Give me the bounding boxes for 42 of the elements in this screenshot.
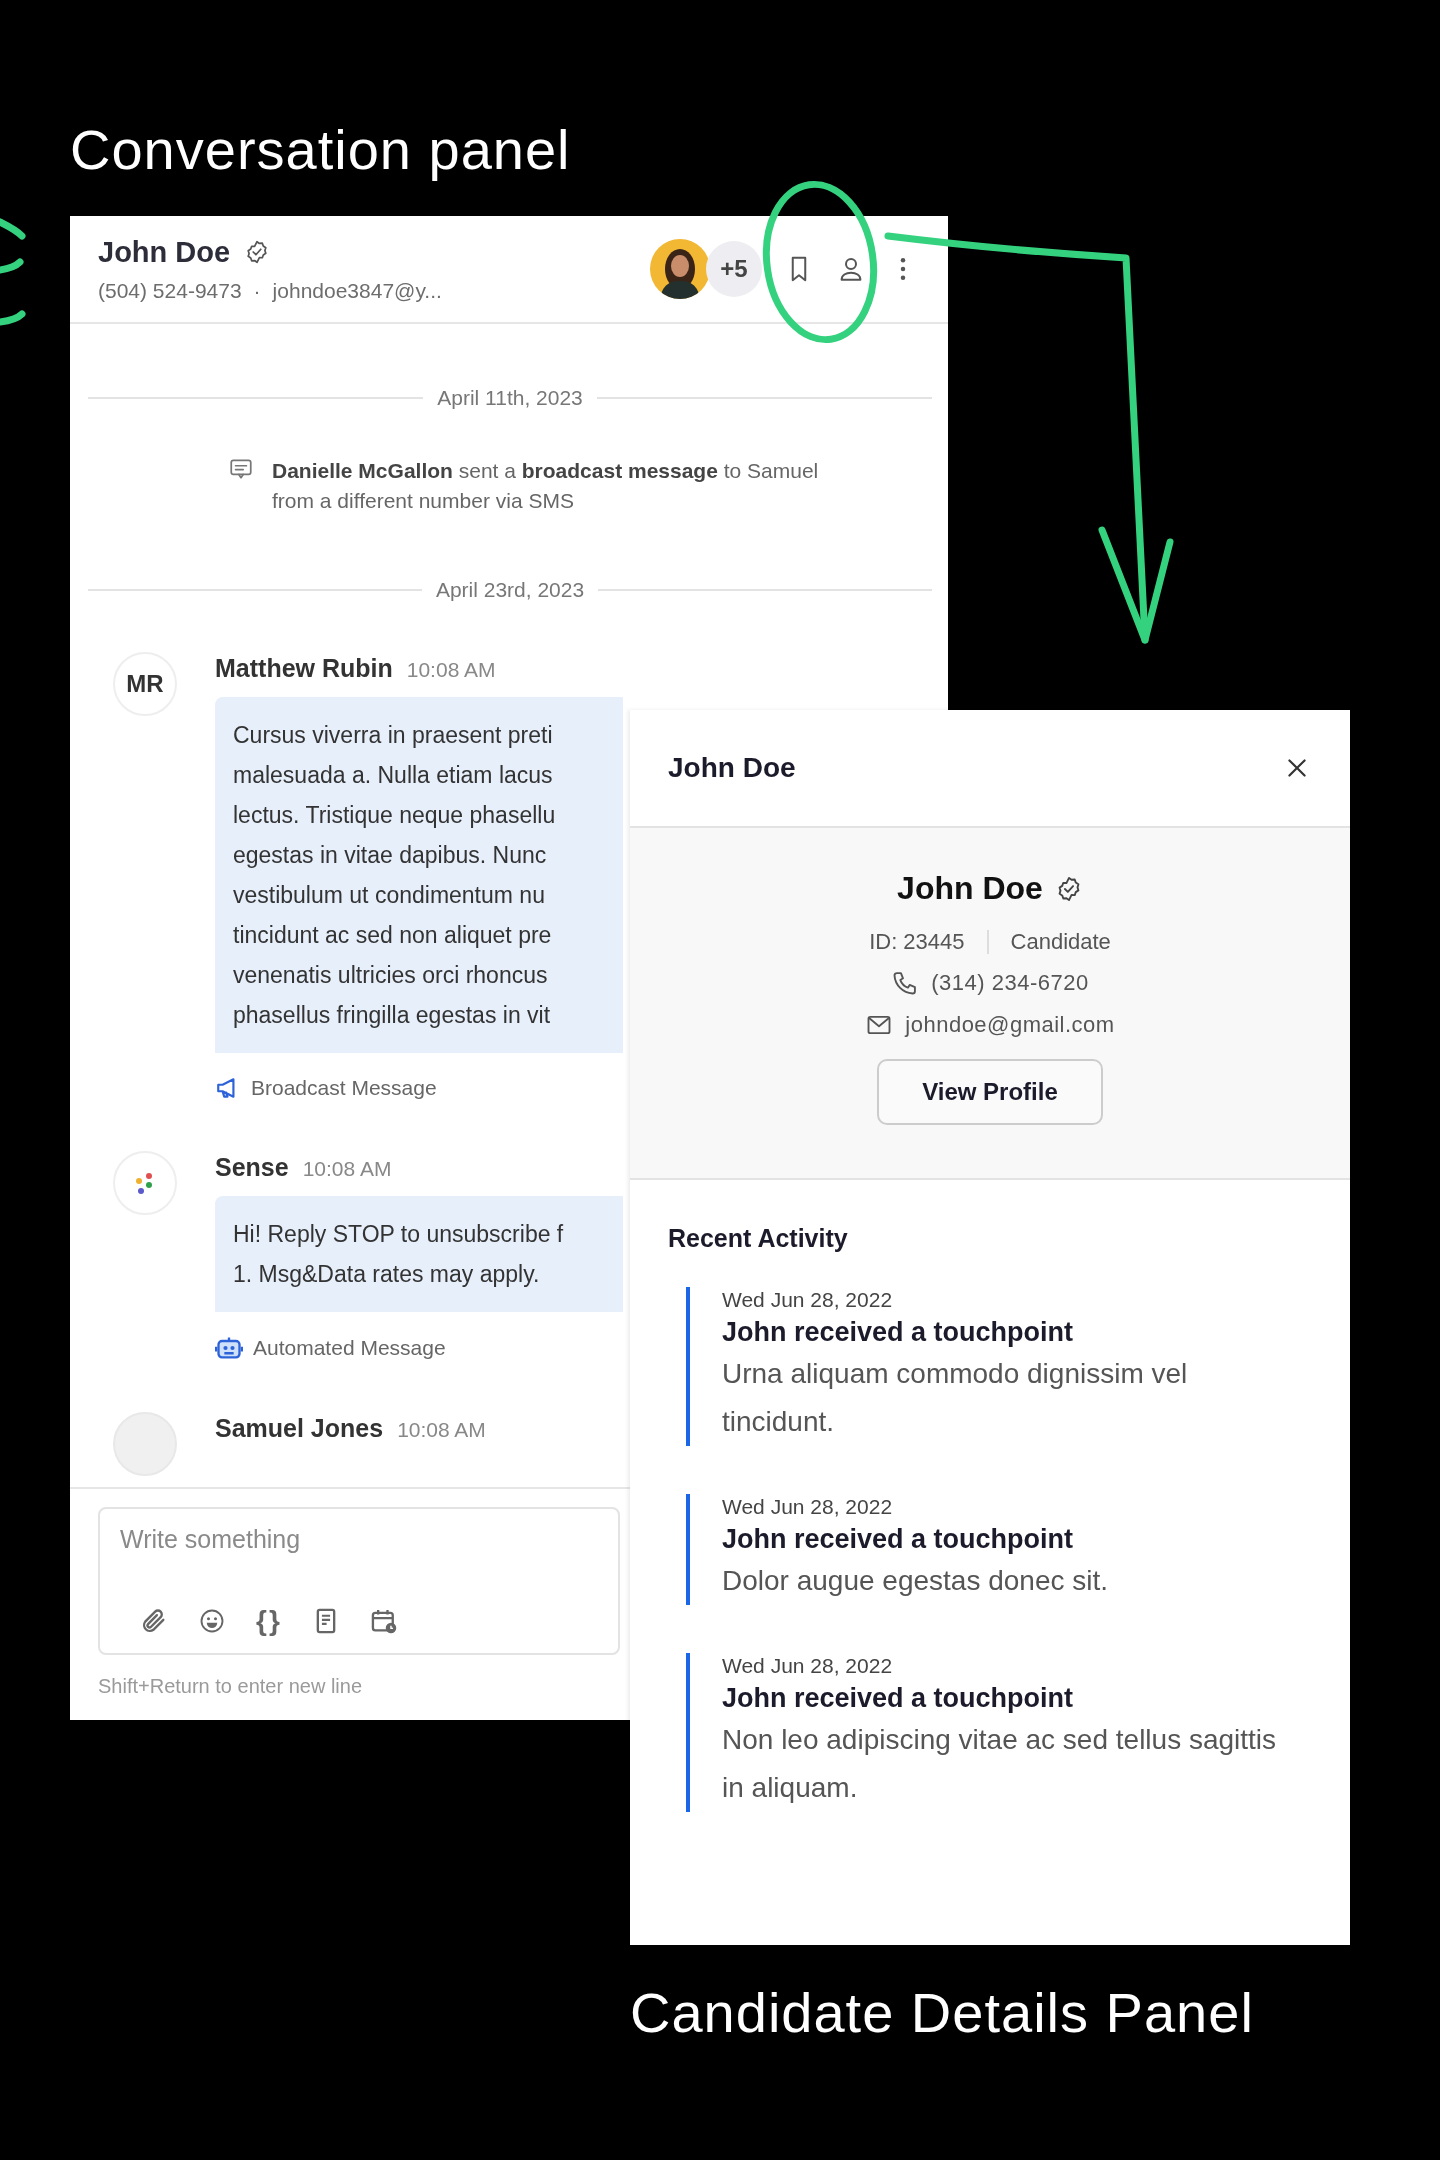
message-type-label: Automated Message <box>253 1336 446 1360</box>
activity-date: Wed Jun 28, 2022 <box>722 1494 894 1520</box>
activity-date: Wed Jun 28, 2022 <box>722 1653 894 1679</box>
candidate-email: johndoe@gmail.com <box>905 1012 1115 1038</box>
contact-phone: (504) 524-9473 <box>98 278 242 303</box>
smiley-icon[interactable] <box>198 1607 226 1635</box>
sender-name: Samuel Jones <box>215 1414 384 1443</box>
message-type-label: Broadcast Message <box>251 1076 437 1100</box>
sender-name: Sense <box>215 1153 289 1182</box>
activity-title: John received a touchpoint <box>722 1317 1075 1348</box>
calendar-clock-icon[interactable] <box>369 1607 398 1635</box>
candidate-role: Candidate <box>1010 929 1111 955</box>
message-bubble: Cursus viverra in praesent preti malesuada a. Nulla etiam lacus lectus. Tristique neque phasellu egestas in vitae dapibus. Nunc vestibulum ut condimentum nu tincidunt ac sed non aliquet pre venenatis ultricies orci rhoncus phasellus fringilla egestas in vit <box>215 697 623 1053</box>
message-time: 10:08 AM <box>406 658 496 682</box>
message-time: 10:08 AM <box>302 1157 392 1181</box>
activity-description: Non leo adipiscing vitae ac sed tellus sagittis in aliquam. <box>722 1723 1278 1805</box>
avatar-initials: MR <box>113 652 177 716</box>
input-hint: Shift+Return to enter new line <box>98 1675 363 1698</box>
message-input-field[interactable]: Write something {} <box>98 1507 620 1655</box>
candidate-id: ID: 23445 <box>869 929 965 955</box>
activity-description: Dolor augue egestas donec sit. <box>722 1564 1110 1598</box>
candidate-name: John Doe <box>897 870 1043 907</box>
candidate-phone: (314) 234-6720 <box>931 970 1089 996</box>
annotation-label: Candidate Details Panel <box>630 1985 1254 2041</box>
sender-name: Matthew Rubin <box>215 654 393 683</box>
message-time: 10:08 AM <box>397 1418 486 1442</box>
date-divider-label: April 11th, 2023 <box>437 386 583 410</box>
view-profile-button[interactable]: View Profile <box>877 1059 1103 1125</box>
activity-description: Urna aliquam commodo dignissim vel tincidunt. <box>722 1357 1189 1439</box>
activity-title: John received a touchpoint <box>722 1683 1075 1714</box>
variables-button[interactable]: {} <box>256 1605 282 1637</box>
contact-email: johndoe3847@y... <box>272 278 442 303</box>
participant-count[interactable]: +5 <box>706 241 762 297</box>
activity-title: John received a touchpoint <box>722 1524 1075 1555</box>
section-title: Recent Activity <box>668 1224 849 1253</box>
date-divider-label: April 23rd, 2023 <box>435 578 585 602</box>
separator-dot: · <box>253 278 261 303</box>
activity-date: Wed Jun 28, 2022 <box>722 1287 894 1313</box>
contact-name: John Doe <box>98 235 231 269</box>
panel-title: John Doe <box>668 752 796 784</box>
event-text: Danielle McGallon sent a broadcast message to Samuel from a different number via SMS <box>272 458 820 514</box>
message-bubble: Hi! Reply STOP to unsubscribe f 1. Msg&Data rates may apply. <box>215 1196 623 1312</box>
